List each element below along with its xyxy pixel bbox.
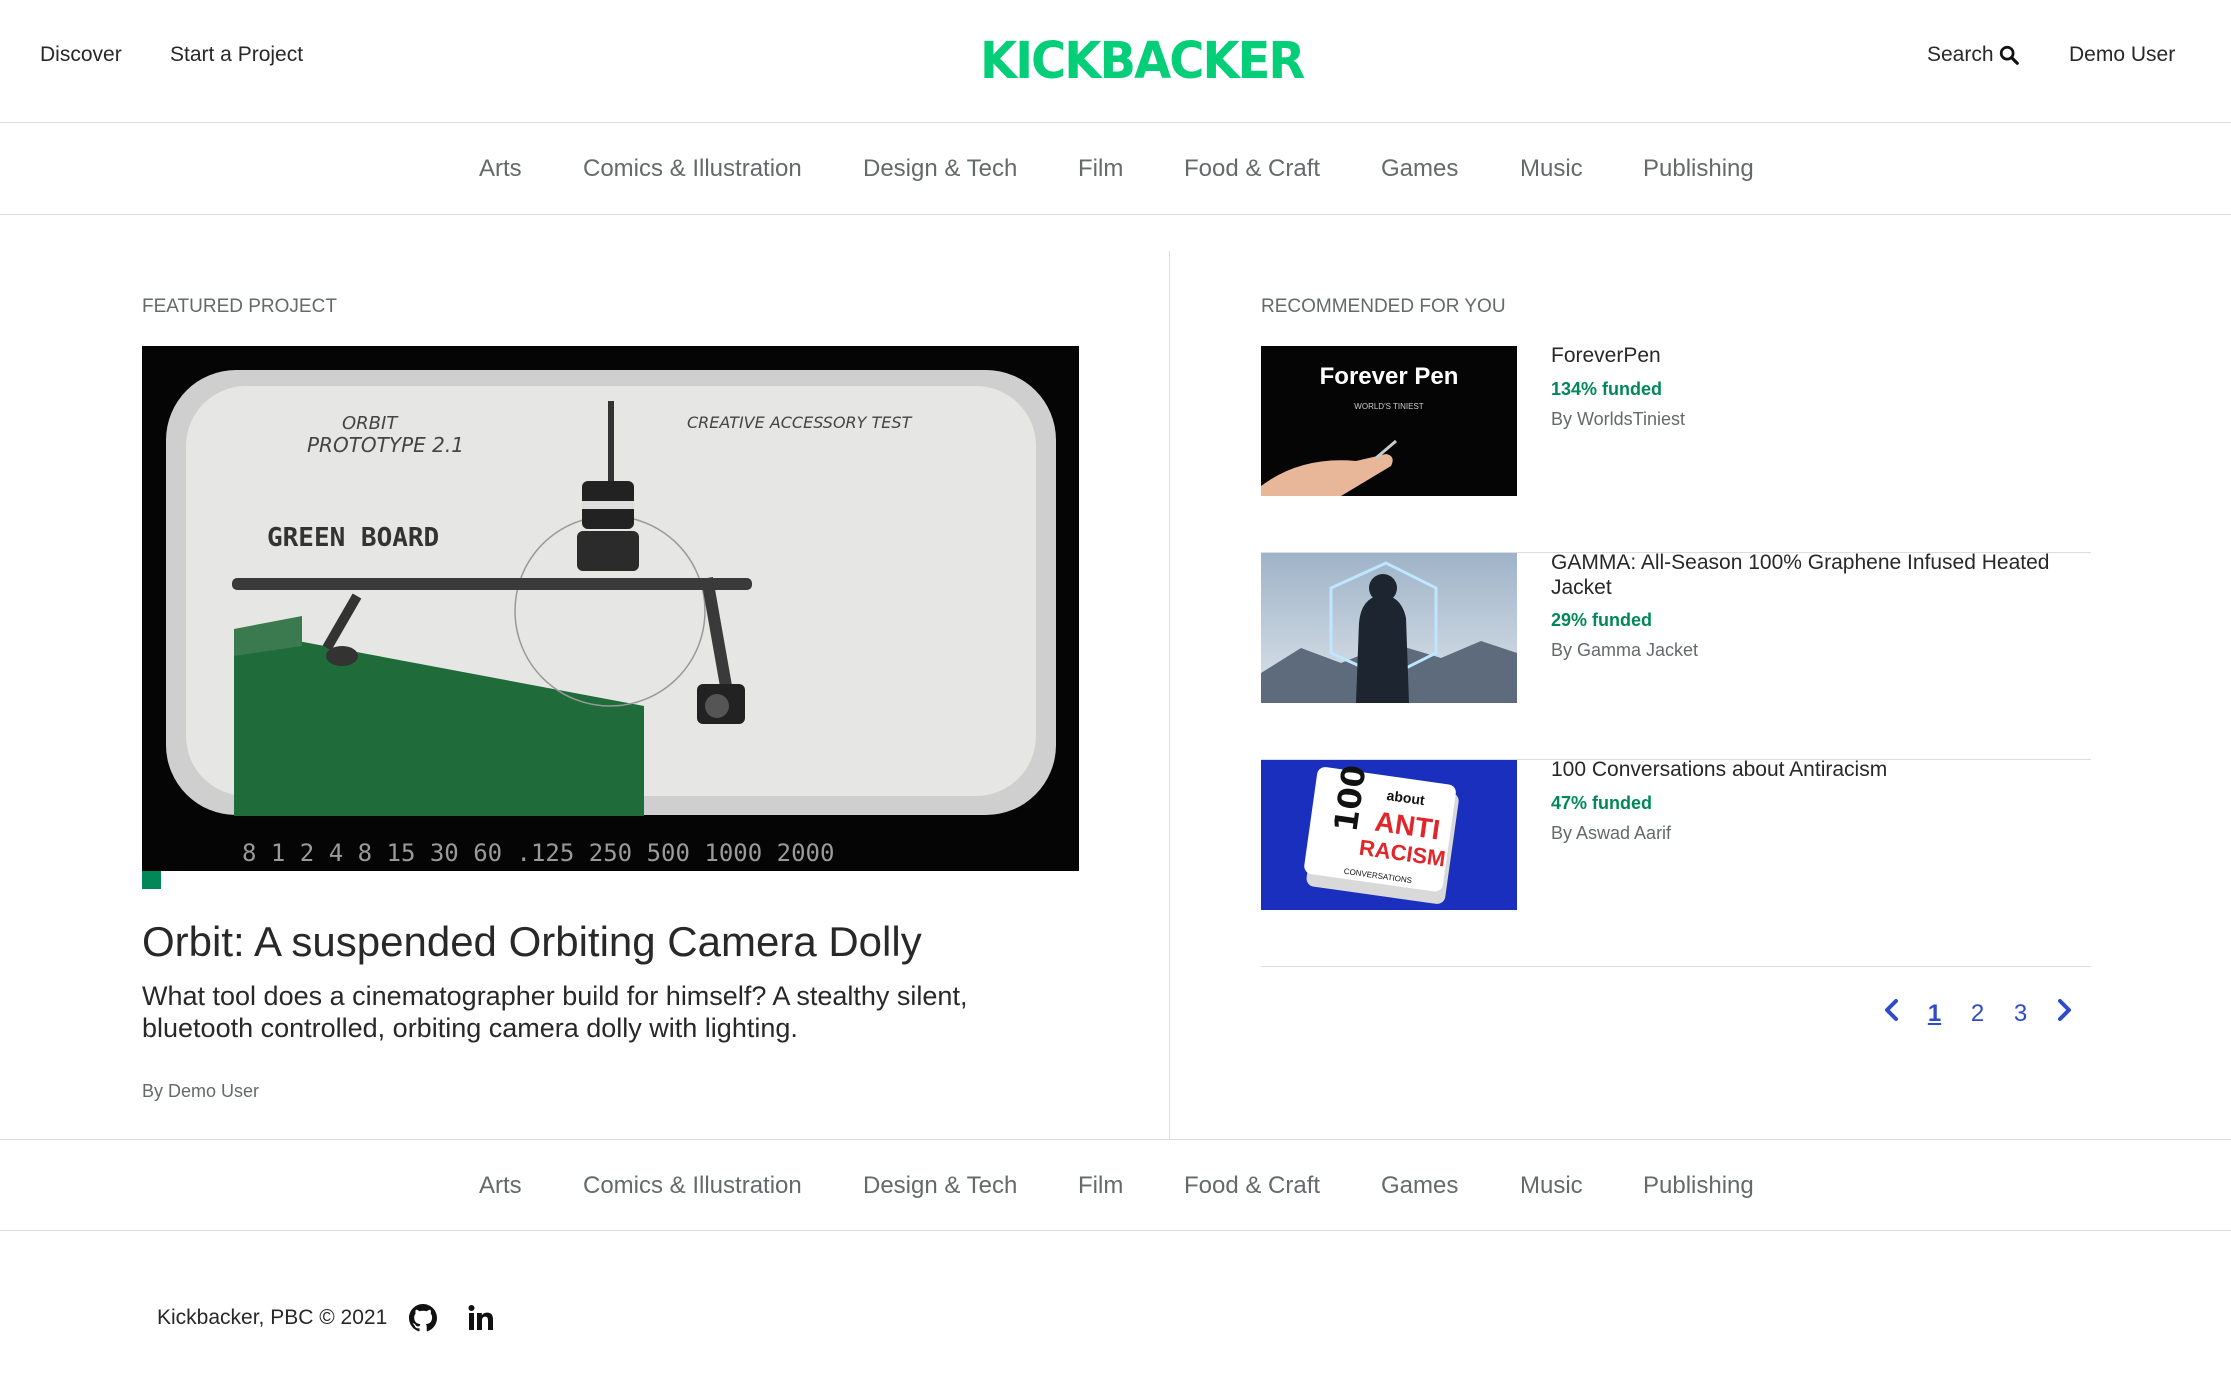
pager-page-3[interactable]: 3 [1999, 999, 2042, 1029]
forever-pen-thumb-art: Forever Pen WORLD'S TINIEST [1261, 346, 1517, 496]
category-nav-bottom: Arts Comics & Illustration Design & Tech… [0, 1139, 2231, 1231]
site-header: Discover Start a Project KICKBACKER Sear… [0, 0, 2231, 123]
site-footer: Kickbacker, PBC © 2021 [157, 1302, 523, 1334]
category-publishing[interactable]: Publishing [1643, 1170, 1754, 1202]
category-film[interactable]: Film [1078, 1170, 1123, 1202]
recommended-label: RECOMMENDED FOR YOU [1261, 296, 1506, 317]
start-project-link[interactable]: Start a Project [170, 40, 303, 70]
column-divider [1169, 251, 1170, 1139]
recommended-pager: 1 2 3 [1870, 997, 2085, 1031]
image-text-prototype: PROTOTYPE 2.1 [307, 433, 464, 457]
footer-copyright: Kickbacker, PBC © 2021 [157, 1306, 388, 1329]
featured-label: FEATURED PROJECT [142, 296, 337, 317]
image-text-orbit: ORBIT [342, 413, 399, 434]
featured-project-image[interactable]: ORBIT PROTOTYPE 2.1 CREATIVE ACCESSORY T… [142, 346, 1079, 871]
search-button[interactable]: Search [1927, 40, 2020, 70]
gamma-jacket-thumb-art [1261, 553, 1517, 703]
recommended-title[interactable]: GAMMA: All-Season 100% Graphene Infused … [1551, 550, 2091, 600]
category-design-tech[interactable]: Design & Tech [863, 153, 1017, 185]
featured-author: By Demo User [142, 1081, 260, 1101]
recommended-title[interactable]: ForeverPen [1551, 343, 2091, 368]
recommended-funded: 47% funded [1551, 793, 1653, 813]
funding-progress-bar [142, 871, 1079, 889]
discover-link[interactable]: Discover [40, 40, 122, 70]
chevron-right-icon [2057, 999, 2071, 1021]
image-text-scale: 8 1 2 4 8 15 30 60 .125 250 500 1000 200… [242, 839, 834, 867]
recommended-funded: 29% funded [1551, 610, 1653, 630]
recommended-thumbnail[interactable]: 100 about ANTI RACISM CONVERSATIONS [1261, 760, 1517, 910]
featured-image-art: ORBIT PROTOTYPE 2.1 CREATIVE ACCESSORY T… [142, 346, 1079, 871]
featured-description: What tool does a cinematographer build f… [142, 981, 968, 1043]
thumb-text-worlds-tiniest: WORLD'S TINIEST [1354, 402, 1424, 411]
chevron-left-icon [1884, 999, 1898, 1021]
github-icon[interactable] [407, 1302, 439, 1334]
category-food-craft[interactable]: Food & Craft [1184, 1170, 1320, 1202]
category-nav-top: Arts Comics & Illustration Design & Tech… [0, 123, 2231, 215]
category-comics-illustration[interactable]: Comics & Illustration [583, 153, 802, 185]
recommended-author: By Gamma Jacket [1551, 640, 1699, 660]
category-arts[interactable]: Arts [479, 153, 522, 185]
recommended-author: By WorldsTiniest [1551, 409, 1686, 429]
user-menu-link[interactable]: Demo User [2069, 40, 2175, 70]
funding-progress-fill [142, 871, 161, 889]
category-food-craft[interactable]: Food & Craft [1184, 153, 1320, 185]
recommended-item[interactable]: Forever Pen WORLD'S TINIEST ForeverPen 1… [1261, 343, 2091, 553]
recommended-thumbnail[interactable]: Forever Pen WORLD'S TINIEST [1261, 346, 1517, 496]
category-film[interactable]: Film [1078, 153, 1123, 185]
recommended-author: By Aswad Aarif [1551, 823, 1672, 843]
antiracism-thumb-art: 100 about ANTI RACISM CONVERSATIONS [1261, 760, 1517, 910]
category-arts[interactable]: Arts [479, 1170, 522, 1202]
image-text-test: CREATIVE ACCESSORY TEST [687, 413, 913, 432]
search-icon [1999, 45, 2019, 65]
recommended-item[interactable]: GAMMA: All-Season 100% Graphene Infused … [1261, 550, 2091, 760]
pager-page-2[interactable]: 2 [1956, 999, 1999, 1029]
category-design-tech[interactable]: Design & Tech [863, 1170, 1017, 1202]
recommended-item[interactable]: 100 about ANTI RACISM CONVERSATIONS 100 … [1261, 757, 2091, 967]
recommended-funded: 134% funded [1551, 379, 1663, 399]
search-label: Search [1927, 43, 1994, 66]
category-comics-illustration[interactable]: Comics & Illustration [583, 1170, 802, 1202]
category-publishing[interactable]: Publishing [1643, 153, 1754, 185]
pager-next-button[interactable] [2042, 997, 2085, 1031]
image-text-green-board: GREEN BOARD [267, 523, 439, 553]
recommended-title[interactable]: 100 Conversations about Antiracism [1551, 757, 2091, 782]
linkedin-icon[interactable] [465, 1302, 497, 1334]
thumb-text-forever-pen: Forever Pen [1320, 363, 1459, 390]
category-music[interactable]: Music [1520, 153, 1583, 185]
pager-prev-button[interactable] [1870, 997, 1913, 1031]
pager-page-1[interactable]: 1 [1913, 999, 1956, 1029]
featured-title[interactable]: Orbit: A suspended Orbiting Camera Dolly [142, 915, 922, 969]
site-logo[interactable]: KICKBACKER [980, 32, 1305, 91]
recommended-thumbnail[interactable] [1261, 553, 1517, 703]
category-music[interactable]: Music [1520, 1170, 1583, 1202]
category-games[interactable]: Games [1381, 1170, 1458, 1202]
category-games[interactable]: Games [1381, 153, 1458, 185]
